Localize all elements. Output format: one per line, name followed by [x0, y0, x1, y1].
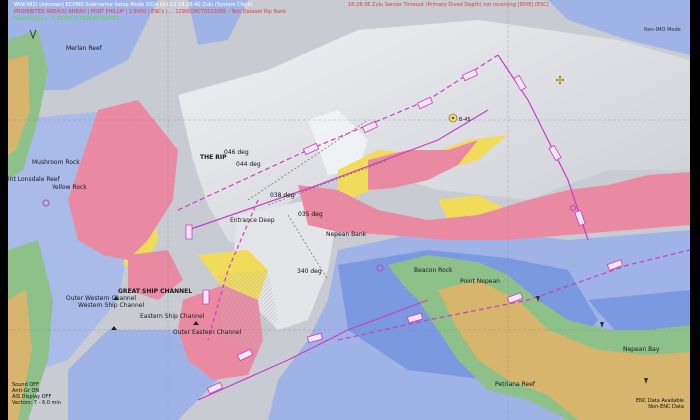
status-vectors[interactable]: Vectors: 7 - 6.0 min: [12, 400, 61, 406]
bearing-label-044: 044 deg: [236, 161, 261, 168]
status-line-alarm[interactable]: 18:28:36 Zulu Sensor Timeout (Primary Di…: [348, 2, 549, 8]
map-viewport[interactable]: Merlan Reef Mushroom Rock int Lonsdale R…: [8, 0, 690, 420]
label-western-ship-channel: Western Ship Channel: [78, 302, 144, 309]
label-point-lonsdale-reef: int Lonsdale Reef: [8, 176, 61, 183]
label-point-nepean: Point Nepean: [460, 278, 500, 285]
status-line-features[interactable]: Features(5+) · 0.75 NM 1:7300 NP NuP EC: [14, 16, 120, 22]
status-line-warning[interactable]: PROHIBITED AREA(S) AHEAD | PORT PHILLIP …: [14, 9, 286, 15]
bearing-label-340: 340 deg: [297, 268, 322, 275]
label-entrance-deep: Entrance Deep: [230, 217, 275, 224]
label-yellow-rock: Yellow Rock: [51, 184, 87, 191]
label-outer-eastern-channel: Outer Eastern Channel: [173, 329, 242, 336]
label-beacon-rock: Beacon Rock: [414, 267, 453, 274]
nautical-chart[interactable]: Merlan Reef Mushroom Rock int Lonsdale R…: [8, 0, 690, 420]
bottom-left-status: Sound OFF Anti-Gr ON AIS Display OFF Vec…: [12, 382, 61, 406]
label-outer-western-channel: Outer Western Channel: [66, 295, 136, 302]
legend-non-enc-data: Non-ENC Data: [648, 404, 684, 410]
label-nepean-bay: Nepean Bay: [623, 346, 660, 353]
label-mushroom-rock: Mushroom Rock: [32, 159, 80, 166]
bearing-label-035: 035 deg: [298, 211, 323, 218]
bearing-label-046: 046 deg: [224, 149, 249, 156]
label-great-ship-channel: GREAT SHIP CHANNEL: [118, 288, 192, 295]
label-petriana-reef: Petriana Reef: [495, 381, 536, 388]
status-line-system: WIN(482) Unknown| ECPINS-Submarine Setup…: [14, 2, 253, 8]
chart-display-frame: Merlan Reef Mushroom Rock int Lonsdale R…: [0, 0, 700, 420]
bearing-label-038: 038 deg: [270, 192, 295, 199]
mode-indicator: Non-IMO Mode: [644, 27, 681, 33]
label-nepean-bank: Nepean Bank: [326, 231, 367, 238]
label-buoy-mark: B-45: [459, 117, 471, 123]
label-merlan-reef: Merlan Reef: [66, 45, 103, 52]
bottom-right-legend: ENC Data Available Non-ENC Data: [636, 398, 684, 410]
label-eastern-ship-channel: Eastern Ship Channel: [140, 313, 205, 320]
